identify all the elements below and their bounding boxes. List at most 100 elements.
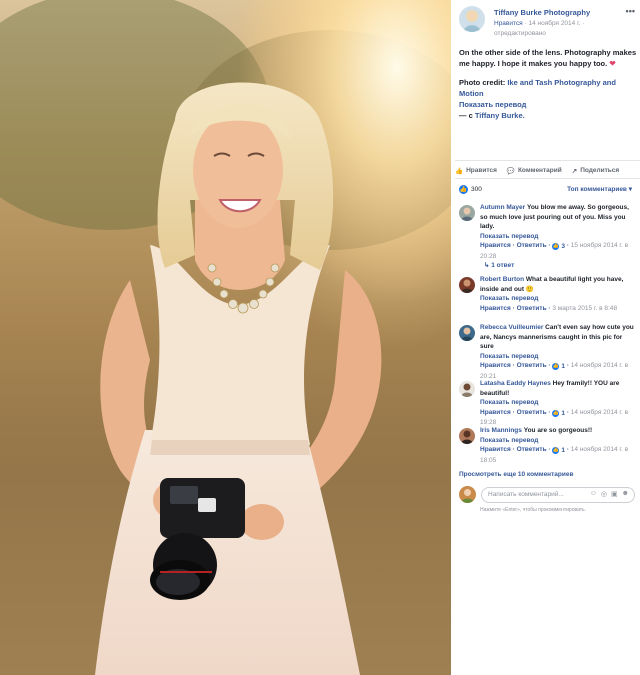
comment-like-link[interactable]: Нравится bbox=[480, 362, 511, 369]
comment-like-count[interactable]: 👍 1 bbox=[552, 446, 565, 456]
comment-like-count[interactable]: 👍 1 bbox=[552, 409, 565, 419]
comment-reply-link[interactable]: Ответить bbox=[517, 242, 547, 249]
commenter-avatar[interactable] bbox=[459, 428, 475, 444]
view-replies-link[interactable]: ↳ 1 ответ bbox=[484, 261, 635, 271]
comment-reply-link[interactable]: Ответить bbox=[517, 409, 547, 416]
avatar-image bbox=[459, 277, 475, 293]
translate-link[interactable]: Показать перевод bbox=[459, 100, 526, 109]
comment-reply-link[interactable]: Ответить bbox=[517, 362, 547, 369]
post-date[interactable]: 14 ноября 2014 г. bbox=[528, 20, 580, 27]
translate-link[interactable]: Показать перевод bbox=[480, 352, 635, 362]
share-label: Поделиться bbox=[580, 167, 620, 174]
comment-like-link[interactable]: Нравится bbox=[480, 305, 511, 312]
comment-meta: Нравится · Ответить · 👍 1 · 14 ноября 201… bbox=[480, 408, 629, 427]
commenter-name[interactable]: Rebecca Vuilleumier bbox=[480, 324, 543, 331]
heart-icon: ❤ bbox=[609, 59, 616, 68]
comment-sort-dropdown[interactable]: Топ комментариев ▾ bbox=[567, 185, 632, 193]
comment-like-link[interactable]: Нравится bbox=[480, 409, 511, 416]
sticker-icon[interactable]: ☻ bbox=[622, 490, 629, 498]
more-icon[interactable]: ••• bbox=[626, 6, 635, 16]
composer-hint: Нажмите «Enter», чтобы прокомментировать… bbox=[480, 507, 587, 513]
reaction-summary[interactable]: 👍 300 bbox=[459, 185, 482, 194]
commenter-avatar[interactable] bbox=[459, 381, 475, 397]
page-name-link[interactable]: Tiffany Burke Photography bbox=[494, 8, 590, 17]
woman-with-camera-photo bbox=[0, 0, 451, 675]
comment-placeholder: Написать комментарий... bbox=[488, 491, 564, 498]
commenter-name[interactable]: Latasha Eaddy Haynes bbox=[480, 380, 551, 387]
comment-item: Robert Burton What a beautiful light you… bbox=[459, 275, 635, 313]
post-meta: Нравится · 14 ноября 2014 г. · отредакти… bbox=[494, 20, 585, 37]
emoji-icon[interactable]: ☺ bbox=[590, 490, 597, 498]
count-value: 1 bbox=[561, 363, 566, 370]
photo-credit: Photo credit: Ike and Tash Photography a… bbox=[459, 77, 637, 121]
gif-icon[interactable]: ▣ bbox=[611, 490, 618, 498]
comment-date[interactable]: 3 марта 2015 г. в 8:48 bbox=[552, 305, 617, 312]
like-reaction-icon: 👍 bbox=[459, 185, 468, 194]
avatar-image bbox=[459, 486, 476, 503]
like-reaction-icon: 👍 bbox=[552, 363, 560, 371]
commenter-avatar[interactable] bbox=[459, 325, 475, 341]
count-value: 1 bbox=[561, 447, 566, 454]
comment-composer: Написать комментарий... ☺ ◎ ▣ ☻ bbox=[459, 486, 635, 504]
avatar-image bbox=[459, 205, 475, 221]
count-value: 1 bbox=[561, 409, 566, 417]
camera-icon[interactable]: ◎ bbox=[601, 490, 607, 498]
translate-link[interactable]: Показать перевод bbox=[480, 232, 635, 242]
avatar-image bbox=[459, 381, 475, 397]
commenter-name[interactable]: Autumn Mayer bbox=[480, 204, 525, 211]
translate-link[interactable]: Показать перевод bbox=[480, 398, 635, 408]
comment-icon: 💬 bbox=[506, 167, 515, 175]
comment-reply-link[interactable]: Ответить bbox=[517, 446, 547, 453]
post-photo[interactable] bbox=[0, 0, 451, 675]
like-reaction-icon: 👍 bbox=[552, 409, 560, 417]
view-more-comments-link[interactable]: Просмотреть еще 10 комментариев bbox=[459, 471, 573, 478]
reaction-count: 300 bbox=[471, 186, 482, 193]
comment-like-link[interactable]: Нравится bbox=[480, 446, 511, 453]
thumbs-up-icon: 👍 bbox=[455, 167, 464, 175]
post-body: On the other side of the lens. Photograp… bbox=[459, 47, 637, 121]
comment-reply-link[interactable]: Ответить bbox=[517, 305, 547, 312]
commenter-avatar[interactable] bbox=[459, 205, 475, 221]
page-avatar[interactable] bbox=[459, 6, 485, 32]
post-side-panel: Tiffany Burke Photography Нравится · 14 … bbox=[451, 0, 640, 675]
my-avatar[interactable] bbox=[459, 486, 476, 503]
comment-item: Iris Mannings You are so gorgeous!! Пока… bbox=[459, 426, 635, 465]
comment-meta: Нравится · Ответить · 👍 1 · 14 ноября 201… bbox=[480, 446, 629, 464]
comment-button[interactable]: 💬 Комментарий bbox=[507, 165, 562, 176]
comment-meta: Нравится · Ответить · 👍 1 · 14 ноября 201… bbox=[480, 362, 629, 380]
with-prefix: — с bbox=[459, 111, 473, 120]
comment-like-count[interactable]: 👍 1 bbox=[552, 362, 565, 372]
commenter-name[interactable]: Robert Burton bbox=[480, 276, 524, 283]
share-button[interactable]: ↗ Поделиться bbox=[572, 165, 619, 176]
like-reaction-icon: 👍 bbox=[552, 243, 560, 251]
comment-item: Latasha Eaddy Haynes Hey framily!! YOU a… bbox=[459, 379, 635, 428]
composer-icons: ☺ ◎ ▣ ☻ bbox=[590, 490, 629, 498]
avatar-image bbox=[459, 325, 475, 341]
commenter-name[interactable]: Iris Mannings bbox=[480, 427, 522, 434]
avatar-image bbox=[459, 6, 485, 32]
comment-like-link[interactable]: Нравится bbox=[480, 242, 511, 249]
like-button[interactable]: 👍 Нравится bbox=[455, 165, 497, 176]
comment-text: You are so gorgeous!! bbox=[523, 427, 593, 434]
comment-meta: Нравится · Ответить · 3 марта 2015 г. в … bbox=[480, 304, 618, 312]
like-page-link[interactable]: Нравится bbox=[494, 20, 523, 27]
post-header: Tiffany Burke Photography Нравится · 14 … bbox=[459, 6, 635, 38]
translate-link[interactable]: Показать перевод bbox=[480, 436, 635, 446]
comment-meta: Нравится · Ответить · 👍 3 · 15 ноября 201… bbox=[480, 242, 629, 260]
count-value: 3 bbox=[561, 243, 566, 250]
divider bbox=[455, 178, 640, 179]
like-reaction-icon: 👍 bbox=[552, 447, 560, 455]
post-actions: 👍 Нравится 💬 Комментарий ↗ Поделиться bbox=[455, 160, 640, 176]
tagged-user-link[interactable]: Tiffany Burke. bbox=[475, 111, 525, 120]
comment-item: Rebecca Vuilleumier Can't even say how c… bbox=[459, 323, 635, 381]
comment-item: Autumn Mayer You blow me away. So gorgeo… bbox=[459, 203, 635, 271]
comment-label: Комментарий bbox=[517, 167, 562, 174]
translate-link[interactable]: Показать перевод bbox=[480, 294, 635, 304]
share-icon: ↗ bbox=[571, 167, 578, 175]
credit-label: Photo credit: bbox=[459, 78, 506, 87]
comment-like-count[interactable]: 👍 3 bbox=[552, 242, 565, 252]
like-label: Нравится bbox=[466, 167, 497, 174]
commenter-avatar[interactable] bbox=[459, 277, 475, 293]
edited-label[interactable]: отредактировано bbox=[494, 30, 546, 37]
avatar-image bbox=[459, 428, 475, 444]
